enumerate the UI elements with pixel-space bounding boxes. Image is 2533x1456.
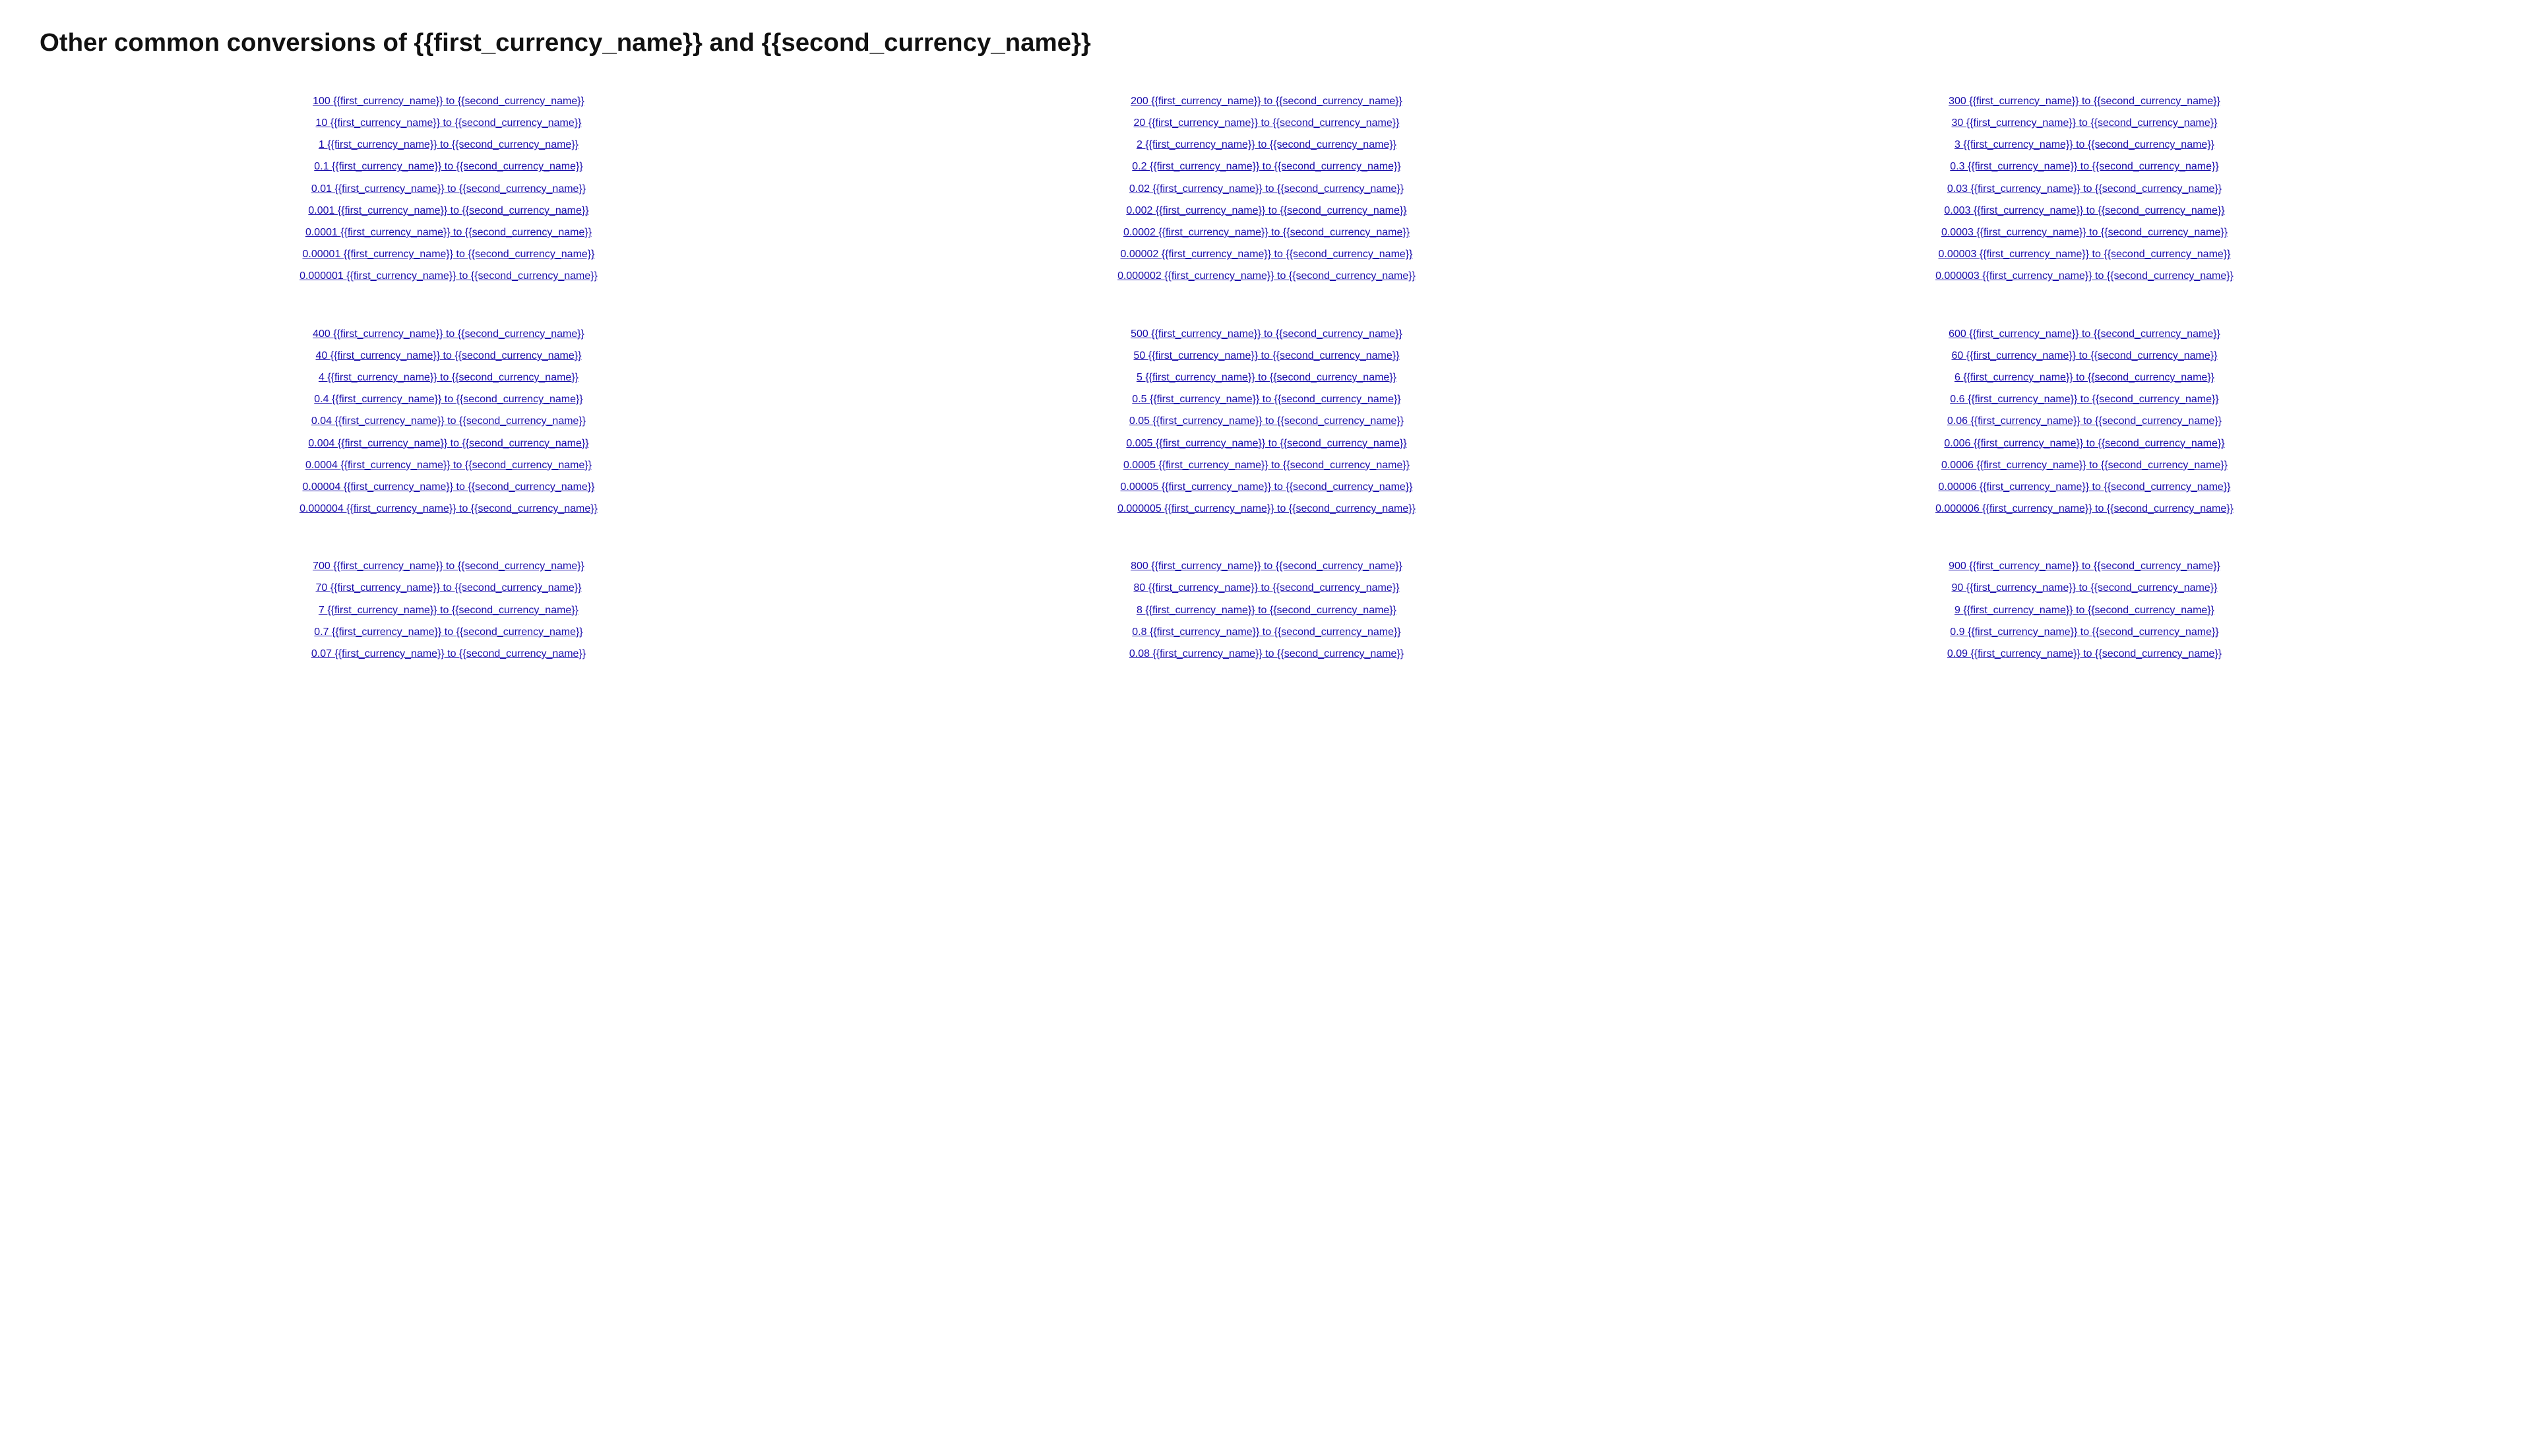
conversion-link-0-1-5[interactable]: 0.002 {{first_currency_name}} to {{secon… bbox=[1126, 202, 1406, 220]
conversion-column-0-1: 200 {{first_currency_name}} to {{second_… bbox=[858, 86, 1675, 292]
conversion-link-1-1-7[interactable]: 0.00005 {{first_currency_name}} to {{sec… bbox=[1121, 478, 1413, 496]
conversion-column-0-0: 100 {{first_currency_name}} to {{second_… bbox=[40, 86, 858, 292]
conversion-link-0-2-4[interactable]: 0.03 {{first_currency_name}} to {{second… bbox=[1947, 180, 2222, 198]
conversion-link-2-0-1[interactable]: 70 {{first_currency_name}} to {{second_c… bbox=[316, 579, 582, 597]
conversion-link-2-2-0[interactable]: 900 {{first_currency_name}} to {{second_… bbox=[1949, 557, 2220, 575]
conversion-column-2-1: 800 {{first_currency_name}} to {{second_… bbox=[858, 551, 1675, 669]
conversion-link-2-0-3[interactable]: 0.7 {{first_currency_name}} to {{second_… bbox=[314, 623, 582, 641]
conversion-link-0-1-2[interactable]: 2 {{first_currency_name}} to {{second_cu… bbox=[1137, 136, 1396, 154]
conversion-link-0-2-6[interactable]: 0.0003 {{first_currency_name}} to {{seco… bbox=[1941, 224, 2228, 241]
conversion-link-1-0-2[interactable]: 4 {{first_currency_name}} to {{second_cu… bbox=[319, 369, 579, 386]
conversion-section-section-1-3: 100 {{first_currency_name}} to {{second_… bbox=[40, 86, 2493, 292]
conversion-link-1-2-6[interactable]: 0.0006 {{first_currency_name}} to {{seco… bbox=[1941, 456, 2228, 474]
conversion-link-2-1-2[interactable]: 8 {{first_currency_name}} to {{second_cu… bbox=[1137, 601, 1396, 619]
conversion-link-1-0-7[interactable]: 0.00004 {{first_currency_name}} to {{sec… bbox=[303, 478, 595, 496]
conversion-link-1-0-8[interactable]: 0.000004 {{first_currency_name}} to {{se… bbox=[299, 500, 598, 518]
conversion-link-0-1-3[interactable]: 0.2 {{first_currency_name}} to {{second_… bbox=[1132, 158, 1400, 175]
conversion-link-2-2-3[interactable]: 0.9 {{first_currency_name}} to {{second_… bbox=[1950, 623, 2218, 641]
conversion-link-0-0-4[interactable]: 0.01 {{first_currency_name}} to {{second… bbox=[311, 180, 586, 198]
conversion-link-2-0-0[interactable]: 700 {{first_currency_name}} to {{second_… bbox=[313, 557, 584, 575]
conversion-link-2-1-0[interactable]: 800 {{first_currency_name}} to {{second_… bbox=[1131, 557, 1402, 575]
conversion-link-1-1-0[interactable]: 500 {{first_currency_name}} to {{second_… bbox=[1131, 325, 1402, 343]
conversion-column-2-0: 700 {{first_currency_name}} to {{second_… bbox=[40, 551, 858, 669]
conversion-link-1-1-8[interactable]: 0.000005 {{first_currency_name}} to {{se… bbox=[1117, 500, 1416, 518]
conversion-link-0-0-6[interactable]: 0.0001 {{first_currency_name}} to {{seco… bbox=[305, 224, 592, 241]
conversion-link-0-1-4[interactable]: 0.02 {{first_currency_name}} to {{second… bbox=[1129, 180, 1404, 198]
conversion-link-1-0-3[interactable]: 0.4 {{first_currency_name}} to {{second_… bbox=[314, 390, 582, 408]
conversion-link-1-2-7[interactable]: 0.00006 {{first_currency_name}} to {{sec… bbox=[1939, 478, 2231, 496]
conversion-link-1-0-0[interactable]: 400 {{first_currency_name}} to {{second_… bbox=[313, 325, 584, 343]
conversion-link-0-1-6[interactable]: 0.0002 {{first_currency_name}} to {{seco… bbox=[1123, 224, 1410, 241]
conversion-link-0-0-2[interactable]: 1 {{first_currency_name}} to {{second_cu… bbox=[319, 136, 579, 154]
conversion-link-1-0-6[interactable]: 0.0004 {{first_currency_name}} to {{seco… bbox=[305, 456, 592, 474]
conversion-link-1-2-1[interactable]: 60 {{first_currency_name}} to {{second_c… bbox=[1952, 347, 2218, 365]
conversion-link-0-2-5[interactable]: 0.003 {{first_currency_name}} to {{secon… bbox=[1944, 202, 2224, 220]
conversion-link-1-1-3[interactable]: 0.5 {{first_currency_name}} to {{second_… bbox=[1132, 390, 1400, 408]
conversion-section-section-4-6: 400 {{first_currency_name}} to {{second_… bbox=[40, 318, 2493, 525]
conversion-link-0-2-1[interactable]: 30 {{first_currency_name}} to {{second_c… bbox=[1952, 114, 2218, 132]
conversion-link-0-0-8[interactable]: 0.000001 {{first_currency_name}} to {{se… bbox=[299, 267, 598, 285]
conversion-link-1-0-1[interactable]: 40 {{first_currency_name}} to {{second_c… bbox=[316, 347, 582, 365]
conversion-link-1-2-0[interactable]: 600 {{first_currency_name}} to {{second_… bbox=[1949, 325, 2220, 343]
conversion-link-2-2-4[interactable]: 0.09 {{first_currency_name}} to {{second… bbox=[1947, 645, 2222, 663]
conversion-column-1-1: 500 {{first_currency_name}} to {{second_… bbox=[858, 318, 1675, 525]
conversion-link-2-2-2[interactable]: 9 {{first_currency_name}} to {{second_cu… bbox=[1954, 601, 2214, 619]
conversion-link-0-2-3[interactable]: 0.3 {{first_currency_name}} to {{second_… bbox=[1950, 158, 2218, 175]
conversion-link-0-2-0[interactable]: 300 {{first_currency_name}} to {{second_… bbox=[1949, 92, 2220, 110]
conversion-link-1-2-4[interactable]: 0.06 {{first_currency_name}} to {{second… bbox=[1947, 412, 2222, 430]
page-title: Other common conversions of {{first_curr… bbox=[40, 26, 2493, 59]
conversion-link-2-1-3[interactable]: 0.8 {{first_currency_name}} to {{second_… bbox=[1132, 623, 1400, 641]
conversion-link-0-0-0[interactable]: 100 {{first_currency_name}} to {{second_… bbox=[313, 92, 584, 110]
conversion-link-0-2-2[interactable]: 3 {{first_currency_name}} to {{second_cu… bbox=[1954, 136, 2214, 154]
conversion-link-1-2-8[interactable]: 0.000006 {{first_currency_name}} to {{se… bbox=[1935, 500, 2234, 518]
conversion-column-1-2: 600 {{first_currency_name}} to {{second_… bbox=[1675, 318, 2493, 525]
conversion-column-1-0: 400 {{first_currency_name}} to {{second_… bbox=[40, 318, 858, 525]
conversion-link-1-1-6[interactable]: 0.0005 {{first_currency_name}} to {{seco… bbox=[1123, 456, 1410, 474]
conversion-link-1-1-2[interactable]: 5 {{first_currency_name}} to {{second_cu… bbox=[1137, 369, 1396, 386]
conversion-section-section-7-9: 700 {{first_currency_name}} to {{second_… bbox=[40, 551, 2493, 669]
conversion-link-1-1-5[interactable]: 0.005 {{first_currency_name}} to {{secon… bbox=[1126, 435, 1406, 452]
conversion-link-1-2-2[interactable]: 6 {{first_currency_name}} to {{second_cu… bbox=[1954, 369, 2214, 386]
conversion-link-0-1-1[interactable]: 20 {{first_currency_name}} to {{second_c… bbox=[1134, 114, 1400, 132]
conversion-column-2-2: 900 {{first_currency_name}} to {{second_… bbox=[1675, 551, 2493, 669]
conversion-link-1-0-5[interactable]: 0.004 {{first_currency_name}} to {{secon… bbox=[308, 435, 588, 452]
conversion-link-0-0-3[interactable]: 0.1 {{first_currency_name}} to {{second_… bbox=[314, 158, 582, 175]
conversion-link-2-1-4[interactable]: 0.08 {{first_currency_name}} to {{second… bbox=[1129, 645, 1404, 663]
conversion-link-1-1-4[interactable]: 0.05 {{first_currency_name}} to {{second… bbox=[1129, 412, 1404, 430]
conversion-link-2-0-4[interactable]: 0.07 {{first_currency_name}} to {{second… bbox=[311, 645, 586, 663]
conversion-link-1-0-4[interactable]: 0.04 {{first_currency_name}} to {{second… bbox=[311, 412, 586, 430]
conversion-link-1-1-1[interactable]: 50 {{first_currency_name}} to {{second_c… bbox=[1134, 347, 1400, 365]
conversion-link-0-1-8[interactable]: 0.000002 {{first_currency_name}} to {{se… bbox=[1117, 267, 1416, 285]
conversion-link-1-2-5[interactable]: 0.006 {{first_currency_name}} to {{secon… bbox=[1944, 435, 2224, 452]
conversion-link-0-1-7[interactable]: 0.00002 {{first_currency_name}} to {{sec… bbox=[1121, 245, 1413, 263]
conversion-link-0-2-8[interactable]: 0.000003 {{first_currency_name}} to {{se… bbox=[1935, 267, 2234, 285]
conversion-column-0-2: 300 {{first_currency_name}} to {{second_… bbox=[1675, 86, 2493, 292]
conversion-link-2-2-1[interactable]: 90 {{first_currency_name}} to {{second_c… bbox=[1952, 579, 2218, 597]
conversion-link-0-2-7[interactable]: 0.00003 {{first_currency_name}} to {{sec… bbox=[1939, 245, 2231, 263]
conversion-link-0-0-7[interactable]: 0.00001 {{first_currency_name}} to {{sec… bbox=[303, 245, 595, 263]
conversion-link-2-1-1[interactable]: 80 {{first_currency_name}} to {{second_c… bbox=[1134, 579, 1400, 597]
conversion-link-2-0-2[interactable]: 7 {{first_currency_name}} to {{second_cu… bbox=[319, 601, 579, 619]
conversions-container: 100 {{first_currency_name}} to {{second_… bbox=[40, 86, 2493, 669]
conversion-link-1-2-3[interactable]: 0.6 {{first_currency_name}} to {{second_… bbox=[1950, 390, 2218, 408]
conversion-link-0-1-0[interactable]: 200 {{first_currency_name}} to {{second_… bbox=[1131, 92, 1402, 110]
conversion-link-0-0-5[interactable]: 0.001 {{first_currency_name}} to {{secon… bbox=[308, 202, 588, 220]
conversion-link-0-0-1[interactable]: 10 {{first_currency_name}} to {{second_c… bbox=[316, 114, 582, 132]
